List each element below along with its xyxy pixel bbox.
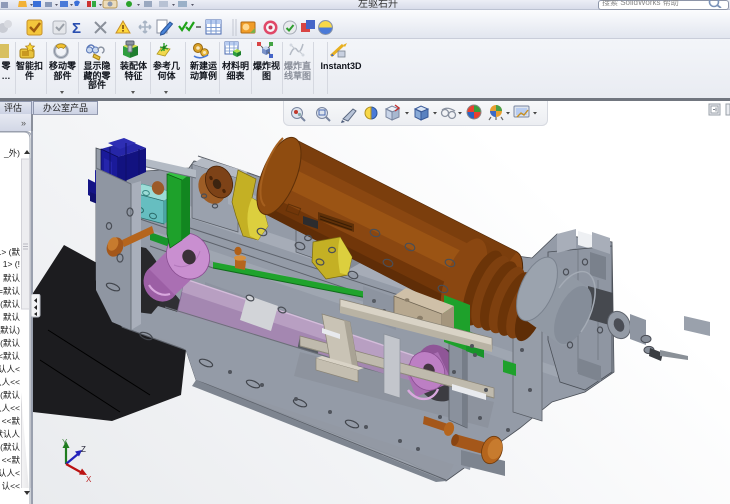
svg-text:X: X <box>86 475 92 484</box>
svg-text:左驱右升: 左驱右升 <box>358 0 398 9</box>
svg-text:Z: Z <box>81 445 86 454</box>
svg-text:Σ: Σ <box>72 20 81 37</box>
svg-text:Y: Y <box>62 438 68 447</box>
